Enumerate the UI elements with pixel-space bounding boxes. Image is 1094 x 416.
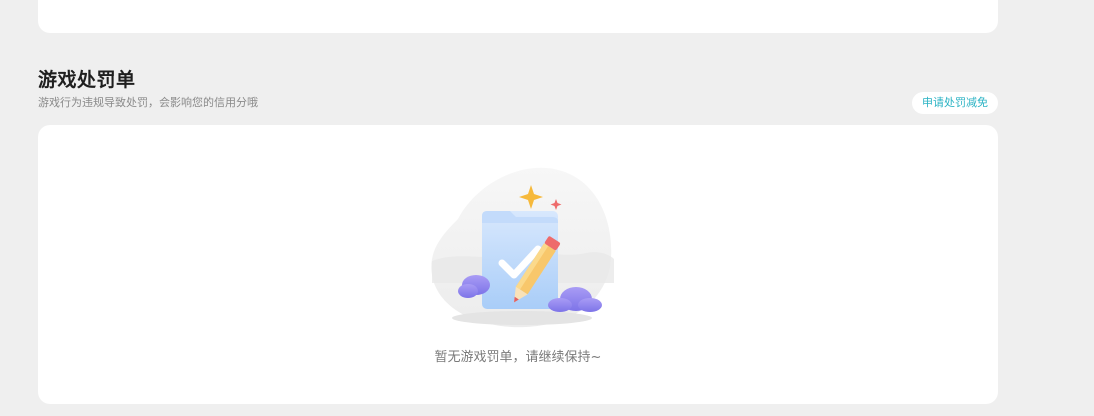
empty-document-checklist-illustration [431, 167, 614, 328]
apply-penalty-reduction-button[interactable]: 申请处罚减免 [912, 92, 998, 114]
penalty-section-header: 游戏处罚单 游戏行为违规导致处罚，会影响您的信用分哦 申请处罚减免 [38, 66, 998, 116]
section-subtitle: 游戏行为违规导致处罚，会影响您的信用分哦 [38, 96, 258, 109]
penalty-list-card: 暂无游戏罚单，请继续保持~ [38, 125, 998, 404]
section-title: 游戏处罚单 [38, 69, 136, 91]
empty-state-text: 暂无游戏罚单，请继续保持~ [434, 350, 602, 365]
previous-section-card [38, 0, 998, 33]
